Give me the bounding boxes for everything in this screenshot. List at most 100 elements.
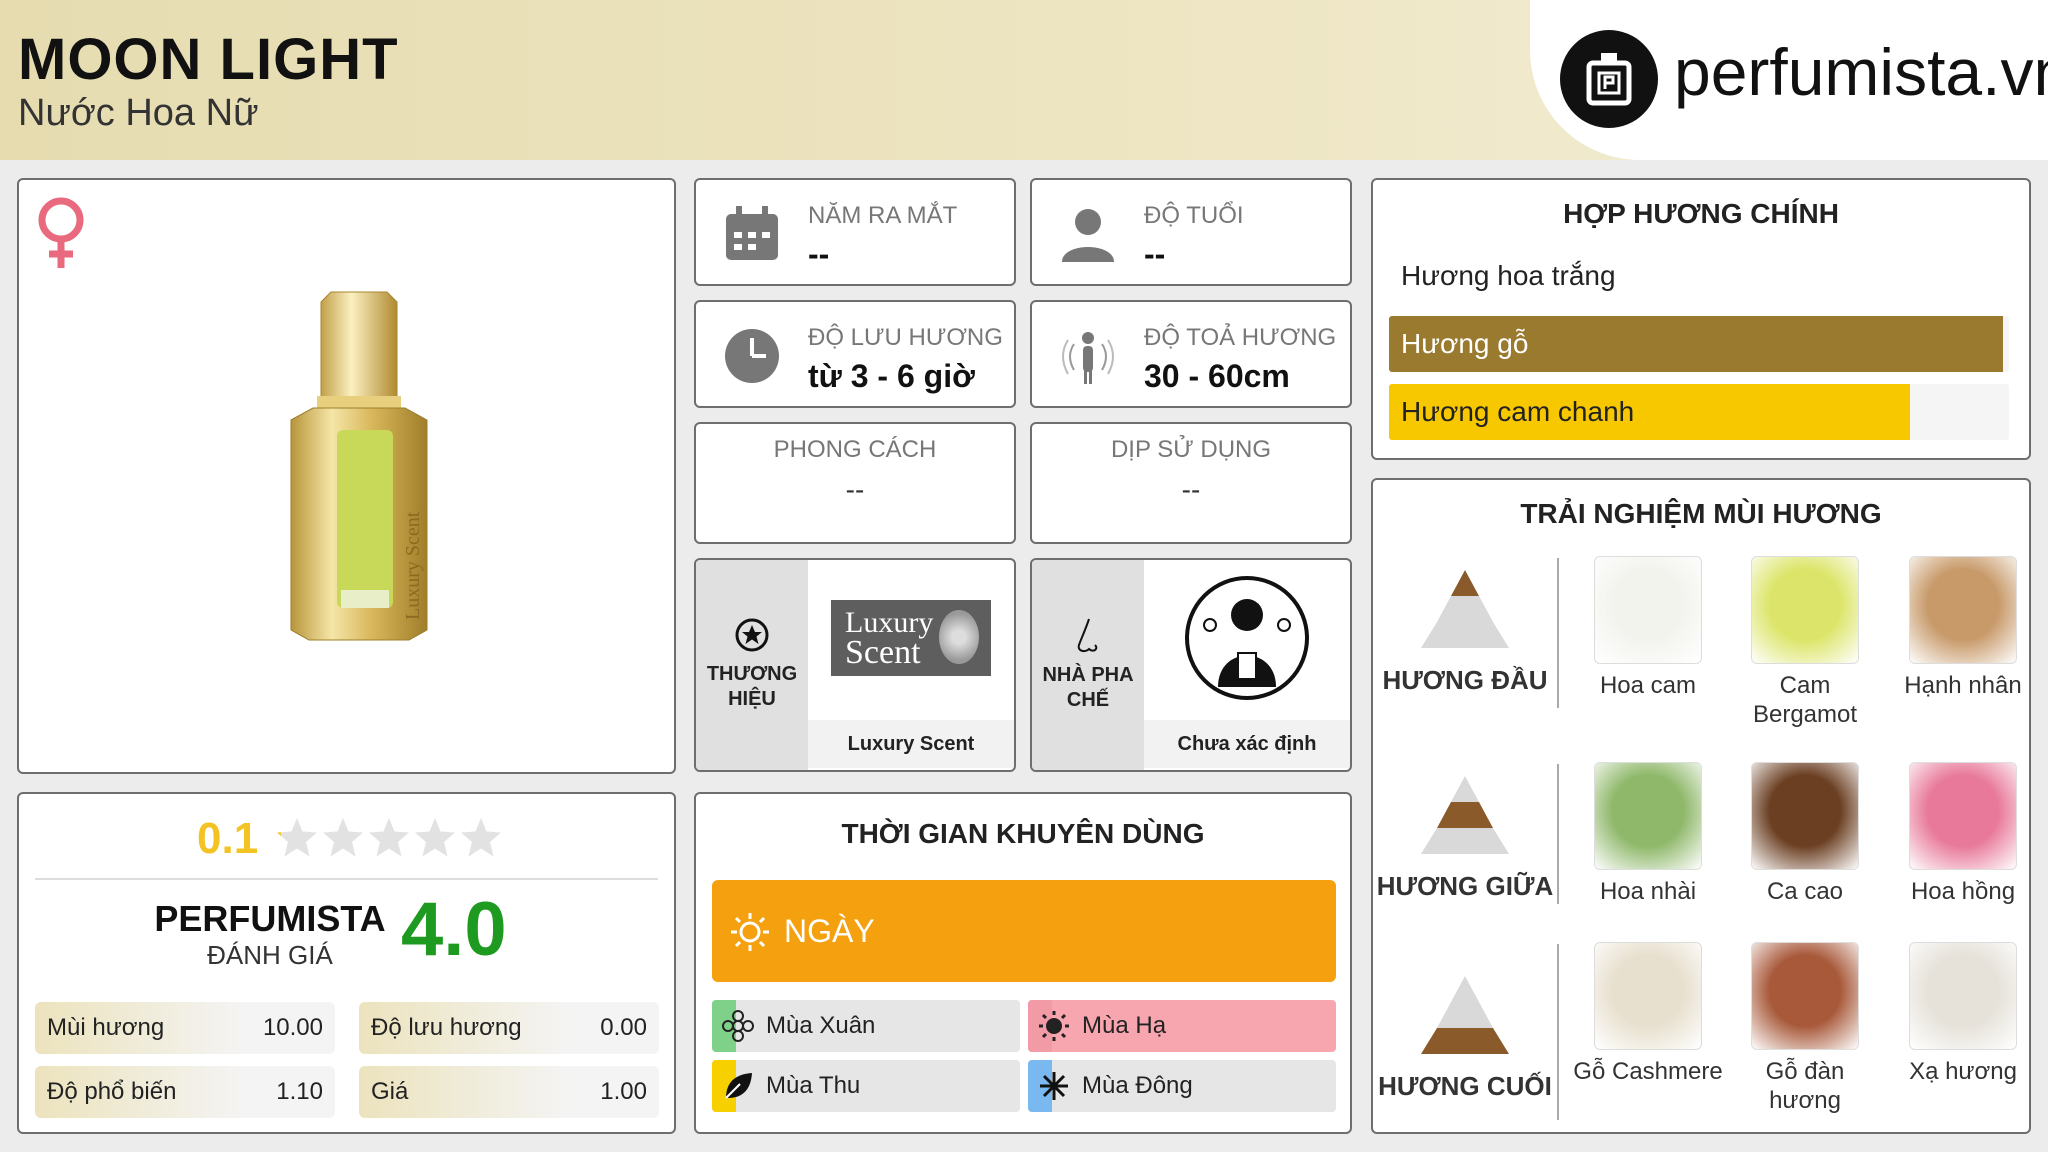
brand-name: Luxury Scent [808, 720, 1014, 768]
accord-bar: Hương hoa trắng [1389, 248, 2009, 304]
tier-divider [1557, 558, 1559, 708]
season-item: Mùa Xuân [712, 1000, 1020, 1052]
stat-item: Giá 1.00 [359, 1066, 659, 1118]
note-name: Xạ hương [1909, 1058, 2017, 1085]
perfume-bottle-logo-icon [1560, 30, 1658, 128]
star-icon[interactable] [321, 816, 365, 860]
divider [35, 878, 658, 880]
note-item[interactable]: Ca cao [1730, 762, 1880, 907]
recommended-time-title: THỜI GIAN KHUYÊN DÙNG [841, 818, 1205, 849]
perfumer-name: Chưa xác định [1144, 720, 1350, 768]
note-name: Gỗ Cashmere [1573, 1058, 1723, 1085]
accord-label: Hương cam chanh [1401, 396, 1635, 427]
longevity-card: ĐỘ LƯU HƯƠNG từ 3 - 6 giờ [694, 300, 1016, 408]
sillage-label: ĐỘ TOẢ HƯƠNG [1144, 324, 1337, 351]
main-accords-title: HỢP HƯƠNG CHÍNH [1563, 198, 1839, 229]
perfumer-card[interactable]: NHÀ PHA CHẾ Chưa xác định [1030, 558, 1352, 772]
release-year-card: NĂM RA MẮT -- [694, 178, 1016, 286]
leaf-icon [725, 1073, 752, 1099]
occasion-card: DỊP SỬ DỤNG -- [1030, 422, 1352, 544]
flower-icon [722, 1010, 754, 1042]
season-label: Mùa Đông [1082, 1072, 1193, 1099]
brand-label-line-1: THƯƠNG [706, 663, 798, 685]
age-card: ĐỘ TUỔI -- [1030, 178, 1352, 286]
perfume-bottle-image: Luxury Scent [290, 291, 428, 641]
note-image [1594, 942, 1702, 1050]
star-icon[interactable] [413, 816, 457, 860]
site-logo[interactable]: perfumista.vn [1530, 0, 2048, 160]
sillage-card: ĐỘ TOẢ HƯƠNG 30 - 60cm [1030, 300, 1352, 408]
age-label: ĐỘ TUỔI [1144, 202, 1244, 229]
season-item: Mùa Hạ [1028, 1000, 1336, 1052]
longevity-label: ĐỘ LƯU HƯƠNG [808, 324, 1003, 351]
stat-item: Độ phổ biến 1.10 [35, 1066, 335, 1118]
tier-3: HƯƠNG CUỐI [1373, 976, 1557, 1102]
note-name: Gỗ đàn hương [1765, 1058, 1845, 1114]
season-item: Mùa Thu [712, 1060, 1020, 1112]
note-item[interactable]: Hoa nhài [1573, 762, 1723, 907]
occasion-value: -- [1181, 474, 1201, 505]
day-label: NGÀY [784, 913, 875, 949]
sun-icon [1039, 1011, 1069, 1041]
user-score: 0.1 [197, 814, 259, 863]
stat-label: Giá [371, 1078, 409, 1105]
pyramid-icon [1421, 776, 1509, 854]
stat-label: Mùi hương [47, 1014, 165, 1041]
note-image [1751, 762, 1859, 870]
style-label: PHONG CÁCH [773, 436, 937, 463]
star-icon[interactable] [275, 816, 319, 860]
note-image [1594, 762, 1702, 870]
stat-value: 10.00 [262, 1014, 323, 1041]
logo-text: perfumista.vn [1674, 35, 2048, 109]
note-name: Hoa hồng [1910, 878, 2016, 905]
rating-card: 0.1 PERFUMISTA ĐÁNH GIÁ 4.0 Mùi hương 10.… [17, 792, 676, 1134]
tier-label: HƯƠNG GIỮA [1376, 871, 1554, 901]
season-label: Mùa Xuân [766, 1012, 876, 1039]
star-icon[interactable] [367, 816, 411, 860]
stat-item: Mùi hương 10.00 [35, 1002, 335, 1054]
accord-bar: Hương cam chanh [1389, 384, 2009, 440]
stat-label: Độ phổ biến [47, 1078, 177, 1105]
note-item[interactable]: Cam Bergamot [1730, 556, 1880, 730]
stat-value: 1.10 [276, 1078, 323, 1105]
perfumer-avatar [1144, 560, 1350, 716]
star-icon[interactable] [459, 816, 503, 860]
brand-logo-egg-icon [939, 610, 979, 664]
perfumer-label-line-1: NHÀ PHA [1042, 664, 1134, 686]
note-item[interactable]: Hoa hồng [1888, 762, 2038, 907]
brand-logo: Luxury Scent [808, 560, 1014, 716]
note-item[interactable]: Hoa cam [1573, 556, 1723, 701]
nose-icon [1077, 618, 1098, 653]
season-item: Mùa Đông [1028, 1060, 1336, 1112]
note-item[interactable]: Hạnh nhân [1888, 556, 2038, 701]
pyramid-icon [1421, 976, 1509, 1054]
header: MOON LIGHT Nước Hoa Nữ perfumista.vn [0, 0, 2048, 160]
note-image [1909, 942, 2017, 1050]
occasion-label: DỊP SỬ DỤNG [1110, 436, 1272, 463]
star-rating[interactable] [275, 816, 505, 860]
style-value: -- [845, 474, 865, 505]
perfumista-score: 4.0 [401, 887, 507, 972]
note-image [1751, 942, 1859, 1050]
longevity-value: từ 3 - 6 giờ [808, 358, 975, 394]
tier-divider [1557, 764, 1559, 904]
stat-value: 0.00 [600, 1014, 647, 1041]
note-item[interactable]: Gỗ Cashmere [1573, 942, 1723, 1087]
person-icon [1062, 209, 1114, 262]
clock-icon [725, 329, 779, 383]
note-image [1909, 762, 2017, 870]
stat-item: Độ lưu hương 0.00 [359, 1002, 659, 1054]
tier-1: HƯƠNG ĐẦU [1373, 570, 1557, 696]
note-name: Cam Bergamot [1752, 672, 1858, 728]
perfumer-silhouette-icon [1185, 576, 1309, 700]
brand-label-panel: THƯƠNG HIỆU [696, 560, 808, 770]
calendar-icon [726, 206, 778, 260]
snowflake-icon [1040, 1072, 1068, 1100]
note-item[interactable]: Gỗ đàn hương [1730, 942, 1880, 1116]
note-name: Hoa cam [1599, 672, 1697, 699]
brand-label-line-2: HIỆU [728, 688, 776, 710]
sillage-value: 30 - 60cm [1144, 358, 1290, 394]
note-image [1594, 556, 1702, 664]
note-item[interactable]: Xạ hương [1888, 942, 2038, 1087]
brand-card[interactable]: THƯƠNG HIỆU Luxury Scent Luxury Scent [694, 558, 1016, 772]
